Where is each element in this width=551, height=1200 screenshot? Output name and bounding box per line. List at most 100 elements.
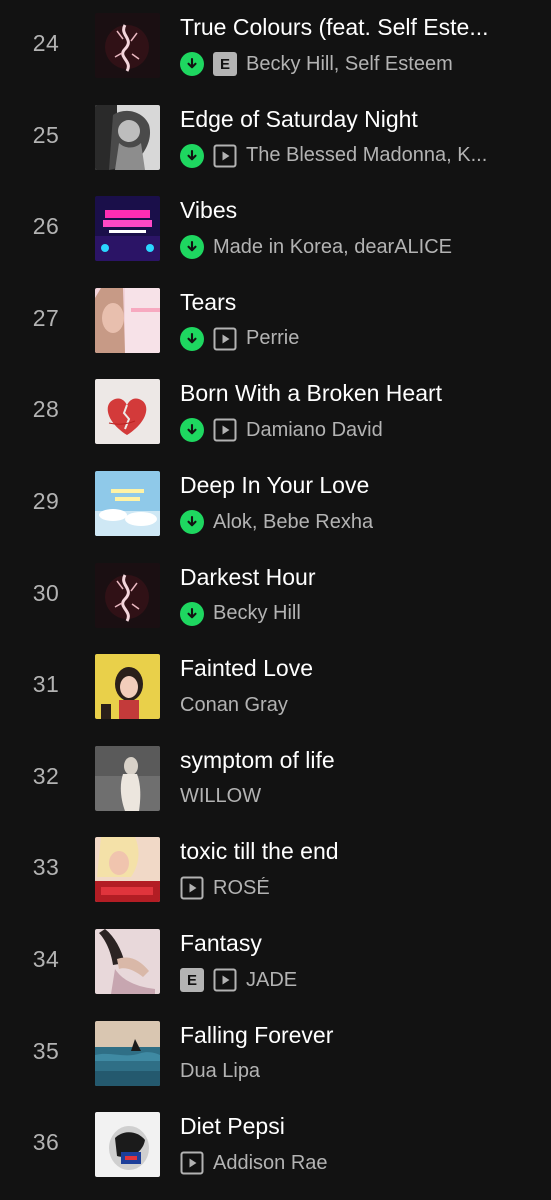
track-row[interactable]: 32 symptom of life WILLOW [0, 733, 551, 825]
track-meta: Conan Gray [180, 691, 525, 719]
track-title: symptom of life [180, 746, 335, 773]
download-arrow-icon [180, 418, 204, 443]
track-list: 24 True Colours (feat. Self Este... E Becky… [0, 0, 551, 1200]
track-row[interactable]: 30 Darkest Hour Becky Hill [0, 550, 551, 642]
jade-cover [95, 929, 160, 994]
track-row[interactable]: 29 Deep In Your Love Alok, Bebe Rexha [0, 458, 551, 550]
track-rank: 30 [32, 579, 60, 606]
album-cover [95, 745, 160, 811]
track-rank: 27 [32, 304, 60, 331]
track-row[interactable]: 36 Diet Pepsi Addison Rae [0, 1099, 551, 1191]
video-play-icon [180, 1151, 204, 1175]
track-row[interactable]: 31 Fainted Love Conan Gray [0, 641, 551, 733]
album-cover [95, 562, 160, 628]
track-row[interactable]: 34 Fantasy E JADE [0, 916, 551, 1008]
track-meta: Alok, Bebe Rexha [180, 508, 525, 536]
track-rank: 25 [32, 121, 60, 148]
rose-cover [95, 837, 160, 903]
track-rank: 26 [32, 213, 60, 240]
track-artist[interactable]: Addison Rae [213, 1152, 328, 1175]
download-arrow-icon [180, 510, 204, 534]
download-arrow-icon [180, 601, 204, 626]
album-cover [95, 837, 160, 903]
album-cover [95, 13, 160, 78]
track-title: Fantasy [180, 930, 262, 956]
track-title: Vibes [180, 197, 238, 224]
album-cover [95, 471, 160, 536]
track-artist[interactable]: The Blessed Madonna, K... [246, 144, 487, 167]
track-title: Edge of Saturday Night [180, 105, 418, 132]
album-cover [95, 1020, 160, 1086]
track-row[interactable]: 27 Tears Perrie [0, 275, 551, 367]
track-rank: 31 [32, 671, 60, 698]
track-title: toxic till the end [180, 838, 339, 865]
album-cover [95, 654, 160, 720]
broken-heart-cover [95, 379, 160, 445]
pink-portrait-cover [95, 287, 160, 353]
track-artist[interactable]: JADE [246, 969, 297, 992]
track-title: Deep In Your Love [180, 472, 370, 498]
track-meta: Becky Hill [180, 600, 525, 628]
download-arrow-icon [180, 235, 204, 260]
track-meta: Dua Lipa [180, 1058, 525, 1086]
track-artist[interactable]: Conan Gray [180, 694, 288, 717]
track-meta: Made in Korea, dearALICE [180, 233, 525, 261]
track-rank: 34 [32, 946, 60, 972]
download-arrow-icon [180, 326, 204, 351]
track-meta: E JADE [180, 966, 525, 994]
ocean-cover [95, 1020, 160, 1086]
grey-figure-cover [95, 745, 160, 811]
track-row[interactable]: 25 Edge of Saturday Night The Blessed Mado… [0, 92, 551, 184]
track-row[interactable]: 35 Falling Forever Dua Lipa [0, 1008, 551, 1100]
track-meta: Perrie [180, 325, 525, 353]
track-title: Tears [180, 288, 237, 315]
video-play-icon [213, 144, 237, 168]
track-meta: ROSÉ [180, 874, 525, 902]
track-rank: 28 [32, 396, 60, 423]
yellow-portrait-cover [95, 654, 160, 720]
track-title: Fainted Love [180, 655, 313, 682]
album-cover [95, 929, 160, 994]
track-rank: 36 [32, 1129, 60, 1156]
track-title: True Colours (feat. Self Este... [180, 14, 489, 40]
album-cover [95, 379, 160, 445]
track-meta: The Blessed Madonna, K... [180, 142, 525, 170]
track-row[interactable]: 26 Vibes Made in Korea, dearALICE [0, 183, 551, 275]
track-artist[interactable]: Becky Hill, Self Esteem [246, 53, 453, 76]
track-meta: WILLOW [180, 783, 525, 811]
track-artist[interactable]: Alok, Bebe Rexha [213, 511, 373, 534]
track-artist[interactable]: Damiano David [246, 419, 383, 442]
download-arrow-icon [180, 143, 204, 168]
video-play-icon [213, 327, 237, 351]
track-artist[interactable]: ROSÉ [213, 877, 270, 900]
album-cover [95, 196, 160, 262]
track-rank: 33 [32, 854, 60, 881]
track-row[interactable]: 24 True Colours (feat. Self Este... E Becky… [0, 0, 551, 92]
sky-cover [95, 471, 160, 536]
track-row[interactable]: 28 Born With a Broken Heart Damiano David [0, 366, 551, 458]
track-artist[interactable]: Perrie [246, 327, 299, 350]
track-rank: 32 [32, 762, 60, 789]
darkest-hour-cover [95, 13, 160, 78]
album-cover [95, 104, 160, 170]
track-meta: Damiano David [180, 416, 525, 444]
neon-title-cover [95, 196, 160, 262]
track-title: Darkest Hour [180, 563, 316, 590]
track-artist[interactable]: Made in Korea, dearALICE [213, 236, 452, 259]
track-artist[interactable]: WILLOW [180, 785, 261, 808]
track-artist[interactable]: Dua Lipa [180, 1060, 260, 1083]
diet-pepsi-cover [95, 1112, 160, 1178]
album-cover [95, 287, 160, 353]
track-meta: Addison Rae [180, 1149, 525, 1177]
explicit-badge-icon: E [180, 968, 204, 992]
video-play-icon [213, 418, 237, 442]
track-title: Born With a Broken Heart [180, 380, 443, 407]
track-artist[interactable]: Becky Hill [213, 602, 301, 625]
track-meta: E Becky Hill, Self Esteem [180, 50, 525, 78]
bw-photo-cover [95, 104, 160, 170]
track-row[interactable]: 33 toxic till the end ROSÉ [0, 824, 551, 916]
explicit-badge-icon: E [213, 52, 237, 76]
track-title: Diet Pepsi [180, 1113, 285, 1140]
album-cover [95, 1112, 160, 1178]
darkest-hour-cover [95, 562, 160, 628]
